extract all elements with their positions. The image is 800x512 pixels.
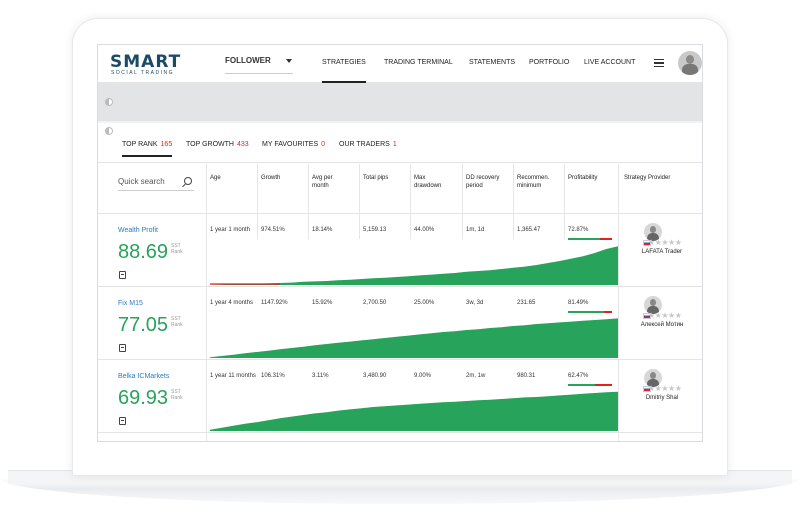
cell-growth: 106.31%: [261, 373, 285, 379]
search-icon[interactable]: [184, 177, 192, 185]
strategy-provider[interactable]: [620, 434, 702, 441]
sst-rank-value: 77.05: [118, 314, 169, 336]
cell-max-drawdown: 9.00%: [414, 373, 432, 379]
nav-trading-terminal[interactable]: TRADING TERMINAL: [384, 45, 453, 83]
equity-area: [210, 391, 618, 431]
strategy-name-link[interactable]: Belka ICMarkets: [118, 373, 169, 380]
cell-avg-per-month: 18.14%: [312, 227, 333, 233]
role-dropdown-value: FOLLOWER: [225, 56, 271, 65]
profitability-bar: [568, 311, 612, 313]
profitability-bar-fill: [568, 384, 596, 386]
quick-search-input[interactable]: Quick search: [118, 177, 194, 191]
caret-down-icon: [286, 59, 292, 63]
strategy-name-link[interactable]: Wealth Profit: [118, 227, 158, 234]
equity-chart: [210, 246, 618, 285]
cell-age: 1 year 4 months: [210, 300, 254, 306]
cell-profitability: 62.47%: [568, 373, 589, 379]
cell-max-drawdown: 44.00%: [414, 227, 435, 233]
col-strategy-provider[interactable]: Strategy Provider: [624, 174, 670, 182]
sst-rank-value: 69.93: [118, 387, 169, 409]
contrast-toggle-icon[interactable]: [105, 98, 113, 106]
rating-stars-icon: ★★★★★: [648, 311, 682, 320]
table-row[interactable]: Wealth Profit 88.69 SST Rank 1 year 1 month 9…: [98, 215, 702, 287]
col-avg-per-month[interactable]: Avg per month: [312, 174, 348, 190]
top-navbar: SMART SOCIAL TRADING FOLLOWER STRATEGIES…: [98, 45, 702, 83]
cell-growth: 974.51%: [261, 227, 285, 233]
profitability-bar-fill: [568, 311, 604, 313]
role-dropdown[interactable]: FOLLOWER: [225, 56, 293, 74]
provider-name[interactable]: Dmitriy Shal: [620, 395, 702, 402]
app-screen: SMART SOCIAL TRADING FOLLOWER STRATEGIES…: [97, 44, 703, 442]
profitability-bar: [568, 384, 612, 386]
cell-max-drawdown: 25.00%: [414, 300, 435, 306]
cell-total-pips: 2,700.50: [363, 300, 387, 306]
strategy-name-link[interactable]: Fix M15: [118, 300, 143, 307]
cell-total-pips: 5,159.13: [363, 227, 387, 233]
strategy-provider[interactable]: ★★★★★ Алексей Мотин: [620, 288, 702, 359]
tab-top-rank[interactable]: TOP RANK 165: [122, 141, 173, 157]
collapsed-panel: [98, 83, 702, 121]
bookmark-icon[interactable]: [119, 417, 126, 425]
nav-strategies[interactable]: STRATEGIES: [322, 45, 366, 83]
col-total-pips[interactable]: Total pips: [363, 174, 388, 182]
col-profitability[interactable]: Profitability: [568, 174, 597, 182]
col-dd-recovery[interactable]: DD recovery period: [466, 174, 510, 190]
bookmark-icon[interactable]: [119, 271, 126, 279]
strategies-panel: TOP RANK 165 TOP GROWTH 433 MY FAVOURITES 0…: [98, 123, 702, 441]
col-growth[interactable]: Growth: [261, 174, 280, 182]
logo-tagline: SOCIAL TRADING: [111, 70, 174, 76]
sst-rank-label: SST Rank: [171, 389, 183, 401]
sst-rank-value: 88.69: [118, 241, 169, 263]
bookmark-icon[interactable]: [119, 344, 126, 352]
sst-rank-label: SST Rank: [171, 243, 183, 255]
cell-recommended-minimum: 231.65: [517, 300, 536, 306]
equity-chart: [210, 318, 618, 358]
profitability-bar: [568, 238, 612, 240]
table-row[interactable]: Fix M15 77.05 SST Rank 1 year 4 months 1147.9…: [98, 288, 702, 360]
user-avatar[interactable]: [678, 51, 702, 75]
equity-area: [210, 318, 618, 358]
provider-name[interactable]: LAFATA Trader: [620, 249, 702, 256]
cell-recommended-minimum: 980.31: [517, 373, 536, 379]
cell-dd-recovery: 1m, 1d: [466, 227, 485, 233]
cell-growth: 1147.92%: [261, 300, 288, 306]
equity-area: [210, 246, 618, 285]
nav-statements[interactable]: STATEMENTS: [469, 45, 515, 83]
cell-age: 1 year 11 months: [210, 373, 256, 379]
table-row[interactable]: Belka ICMarkets 69.93 SST Rank 1 year 11 mon…: [98, 361, 702, 433]
tab-top-growth[interactable]: TOP GROWTH 433: [186, 141, 249, 148]
strategy-tabs: TOP RANK 165 TOP GROWTH 433 MY FAVOURITES 0…: [98, 123, 702, 163]
marketing-laptop-mockup: SMART SOCIAL TRADING FOLLOWER STRATEGIES…: [0, 0, 800, 512]
tab-our-traders[interactable]: OUR TRADERS 1: [339, 141, 397, 148]
nav-portfolio[interactable]: PORTFOLIO: [529, 45, 569, 83]
col-recommended-minimum[interactable]: Recommen. minimum: [517, 174, 559, 190]
rating-stars-icon: ★★★★★: [648, 238, 682, 247]
col-max-drawdown[interactable]: Max drawdown: [414, 174, 450, 190]
cell-profitability: 72.87%: [568, 227, 589, 233]
logo[interactable]: SMART: [110, 52, 181, 72]
table-header: Quick search Age Growth Avg per month To…: [98, 164, 702, 214]
table-row[interactable]: ThePipsMasterUK10 months 3474.68%18.07%4…: [98, 434, 702, 441]
strategy-provider[interactable]: ★★★★★ LAFATA Trader: [620, 215, 702, 286]
hamburger-menu-icon[interactable]: [654, 59, 664, 67]
cell-age: 1 year 1 month: [210, 227, 251, 233]
rating-stars-icon: ★★★★★: [648, 384, 682, 393]
sst-rank-label: SST Rank: [171, 316, 183, 328]
cell-dd-recovery: 2m, 1w: [466, 373, 486, 379]
profitability-bar-fill: [568, 238, 601, 240]
col-age[interactable]: Age: [210, 174, 221, 182]
strategy-provider[interactable]: ★★★★★ Dmitriy Shal: [620, 361, 702, 432]
cell-avg-per-month: 3.11%: [312, 373, 329, 379]
cell-recommended-minimum: 1,365.47: [517, 227, 541, 233]
cell-profitability: 81.49%: [568, 300, 589, 306]
nav-live-account[interactable]: LIVE ACCOUNT: [584, 45, 635, 83]
tab-my-favourites[interactable]: MY FAVOURITES 0: [262, 141, 325, 148]
cell-total-pips: 3,480.90: [363, 373, 387, 379]
equity-chart: [210, 391, 618, 431]
provider-name[interactable]: Алексей Мотин: [620, 322, 702, 329]
cell-dd-recovery: 3w, 3d: [466, 300, 484, 306]
cell-avg-per-month: 15.92%: [312, 300, 333, 306]
